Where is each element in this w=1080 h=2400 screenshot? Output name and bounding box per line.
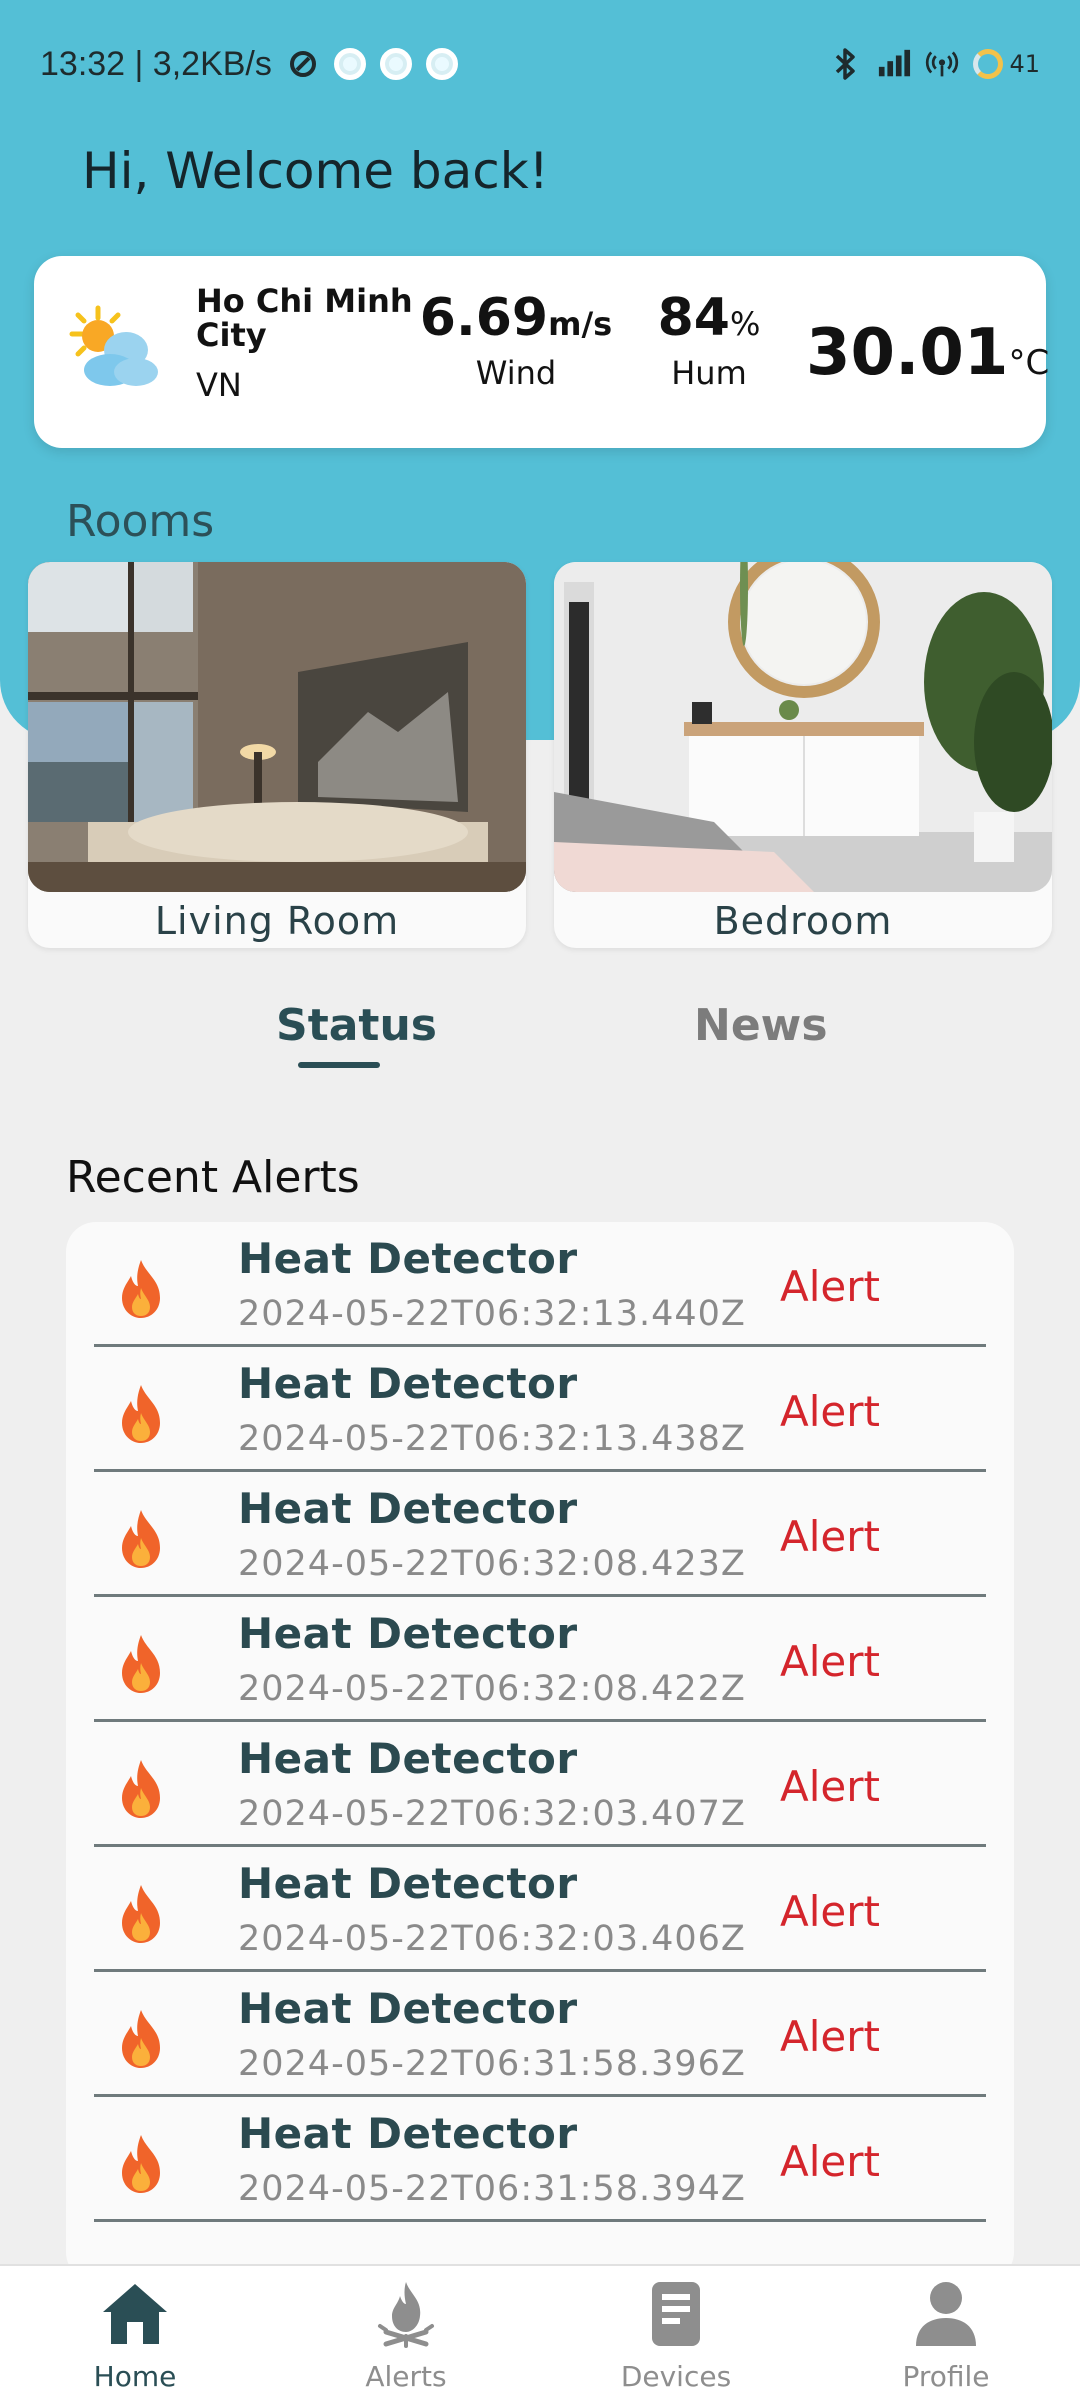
list-item[interactable]: Heat Detector 2024-05-22T06:32:08.422Z A…: [94, 1597, 986, 1722]
nav-home[interactable]: Home: [35, 2278, 235, 2400]
bottom-navigation: Home Alerts Devices Profile: [0, 2264, 1080, 2400]
humidity-value: 84: [657, 288, 730, 348]
alert-timestamp: 2024-05-22T06:32:03.406Z: [238, 1919, 746, 1959]
wind-value: 6.69: [419, 288, 549, 348]
tab-status[interactable]: Status: [276, 1000, 437, 1051]
fire-icon: [122, 1760, 160, 1818]
nav-profile-label: Profile: [902, 2360, 990, 2393]
tab-active-indicator: [298, 1062, 380, 1068]
fire-icon: [122, 1635, 160, 1693]
nav-devices[interactable]: Devices: [576, 2278, 776, 2400]
rooms-heading: Rooms: [66, 496, 215, 547]
no-disturb-icon: [286, 47, 320, 81]
alert-device-name: Heat Detector: [238, 2109, 578, 2158]
home-icon: [103, 2284, 167, 2344]
profile-icon: [916, 2282, 976, 2346]
alert-timestamp: 2024-05-22T06:32:08.423Z: [238, 1544, 746, 1584]
nav-devices-label: Devices: [620, 2360, 732, 2393]
room-label: Living Room: [154, 899, 400, 943]
alerts-list: Heat Detector 2024-05-22T06:32:13.440Z A…: [66, 1222, 1014, 2282]
humidity-unit: %: [729, 305, 761, 343]
alert-timestamp: 2024-05-22T06:32:13.438Z: [238, 1419, 746, 1459]
status-right: 41: [829, 47, 1040, 81]
alert-timestamp: 2024-05-22T06:31:58.394Z: [238, 2169, 746, 2209]
nav-alerts-label: Alerts: [365, 2360, 447, 2393]
living-room-image: [28, 562, 526, 892]
bluetooth-icon: [829, 47, 863, 81]
fire-icon: [122, 1510, 160, 1568]
fire-icon: [122, 2135, 160, 2193]
tab-news[interactable]: News: [694, 1000, 828, 1051]
alert-status: Alert: [780, 1762, 880, 1811]
alert-timestamp: 2024-05-22T06:32:08.422Z: [238, 1669, 746, 1709]
alert-status: Alert: [780, 1512, 880, 1561]
alert-timestamp: 2024-05-22T06:31:58.396Z: [238, 2044, 746, 2084]
alert-device-name: Heat Detector: [238, 1734, 578, 1783]
list-item[interactable]: Heat Detector 2024-05-22T06:32:08.423Z A…: [94, 1472, 986, 1597]
alert-status: Alert: [780, 1887, 880, 1936]
battery-level: 41: [1009, 50, 1040, 78]
list-item[interactable]: Heat Detector 2024-05-22T06:32:03.406Z A…: [94, 1847, 986, 1972]
weather-city: Ho Chi Minh City: [196, 282, 413, 354]
devices-icon: [652, 2282, 700, 2346]
welcome-heading: Hi, Welcome back!: [82, 142, 549, 200]
nav-home-label: Home: [93, 2360, 177, 2393]
list-item[interactable]: Heat Detector 2024-05-22T06:32:03.407Z A…: [94, 1722, 986, 1847]
temperature-unit: °C: [1008, 343, 1050, 383]
wind-unit: m/s: [548, 305, 613, 343]
fire-icon: [122, 1885, 160, 1943]
alert-status: Alert: [780, 1387, 880, 1436]
room-label: Bedroom: [713, 899, 893, 943]
bedroom-image: [554, 562, 1052, 892]
alert-device-name: Heat Detector: [238, 1359, 578, 1408]
alert-device-name: Heat Detector: [238, 1859, 578, 1908]
list-item[interactable]: Heat Detector 2024-05-22T06:32:13.438Z A…: [94, 1347, 986, 1472]
status-time: 13:32 | 3,2KB/s: [40, 44, 272, 83]
fire-icon: [122, 1385, 160, 1443]
partly-cloudy-icon: [69, 305, 158, 386]
battery-indicator: 41: [973, 49, 1040, 79]
status-bar: 13:32 | 3,2KB/s 41: [40, 38, 1040, 90]
signal-icon: [877, 47, 911, 81]
alert-status: Alert: [780, 2137, 880, 2186]
weather-temperature: 30.01°C: [806, 316, 1049, 390]
nav-profile[interactable]: Profile: [846, 2278, 1046, 2400]
humidity-label: Hum: [671, 354, 747, 392]
nav-alerts[interactable]: Alerts: [306, 2278, 506, 2400]
recent-alerts-heading: Recent Alerts: [66, 1152, 360, 1203]
alert-status: Alert: [780, 1637, 880, 1686]
alert-status: Alert: [780, 2012, 880, 2061]
alert-device-name: Heat Detector: [238, 1609, 578, 1658]
fire-icon: [122, 2010, 160, 2068]
alert-timestamp: 2024-05-22T06:32:13.440Z: [238, 1294, 746, 1334]
wind-label: Wind: [475, 354, 557, 392]
alert-device-name: Heat Detector: [238, 1984, 578, 2033]
weather-humidity: 84% Hum: [634, 288, 784, 392]
weather-card[interactable]: Ho Chi Minh City VN 6.69m/s Wind 84% Hum…: [34, 256, 1049, 448]
alert-status: Alert: [780, 1262, 880, 1311]
alert-timestamp: 2024-05-22T06:32:03.407Z: [238, 1794, 746, 1834]
weather-country: VN: [196, 366, 242, 404]
status-left: 13:32 | 3,2KB/s: [40, 45, 458, 84]
temperature-value: 30.01: [806, 316, 1009, 390]
notification-dot-icon: [379, 48, 412, 80]
alerts-fire-icon: [378, 2282, 434, 2348]
notification-dot-icon: [333, 48, 366, 80]
room-card-living-room[interactable]: Living Room: [28, 562, 526, 948]
battery-icon: [973, 49, 1004, 79]
hotspot-icon: [925, 47, 959, 81]
list-item[interactable]: Heat Detector 2024-05-22T06:31:58.394Z A…: [94, 2097, 986, 2222]
notification-dot-icon: [425, 48, 458, 80]
alert-device-name: Heat Detector: [238, 1234, 578, 1283]
room-card-bedroom[interactable]: Bedroom: [554, 562, 1052, 948]
alert-device-name: Heat Detector: [238, 1484, 578, 1533]
list-item[interactable]: Heat Detector 2024-05-22T06:32:13.440Z A…: [94, 1222, 986, 1347]
weather-wind: 6.69m/s Wind: [416, 288, 616, 392]
list-item[interactable]: Heat Detector 2024-05-22T06:31:58.396Z A…: [94, 1972, 986, 2097]
fire-icon: [122, 1260, 160, 1318]
